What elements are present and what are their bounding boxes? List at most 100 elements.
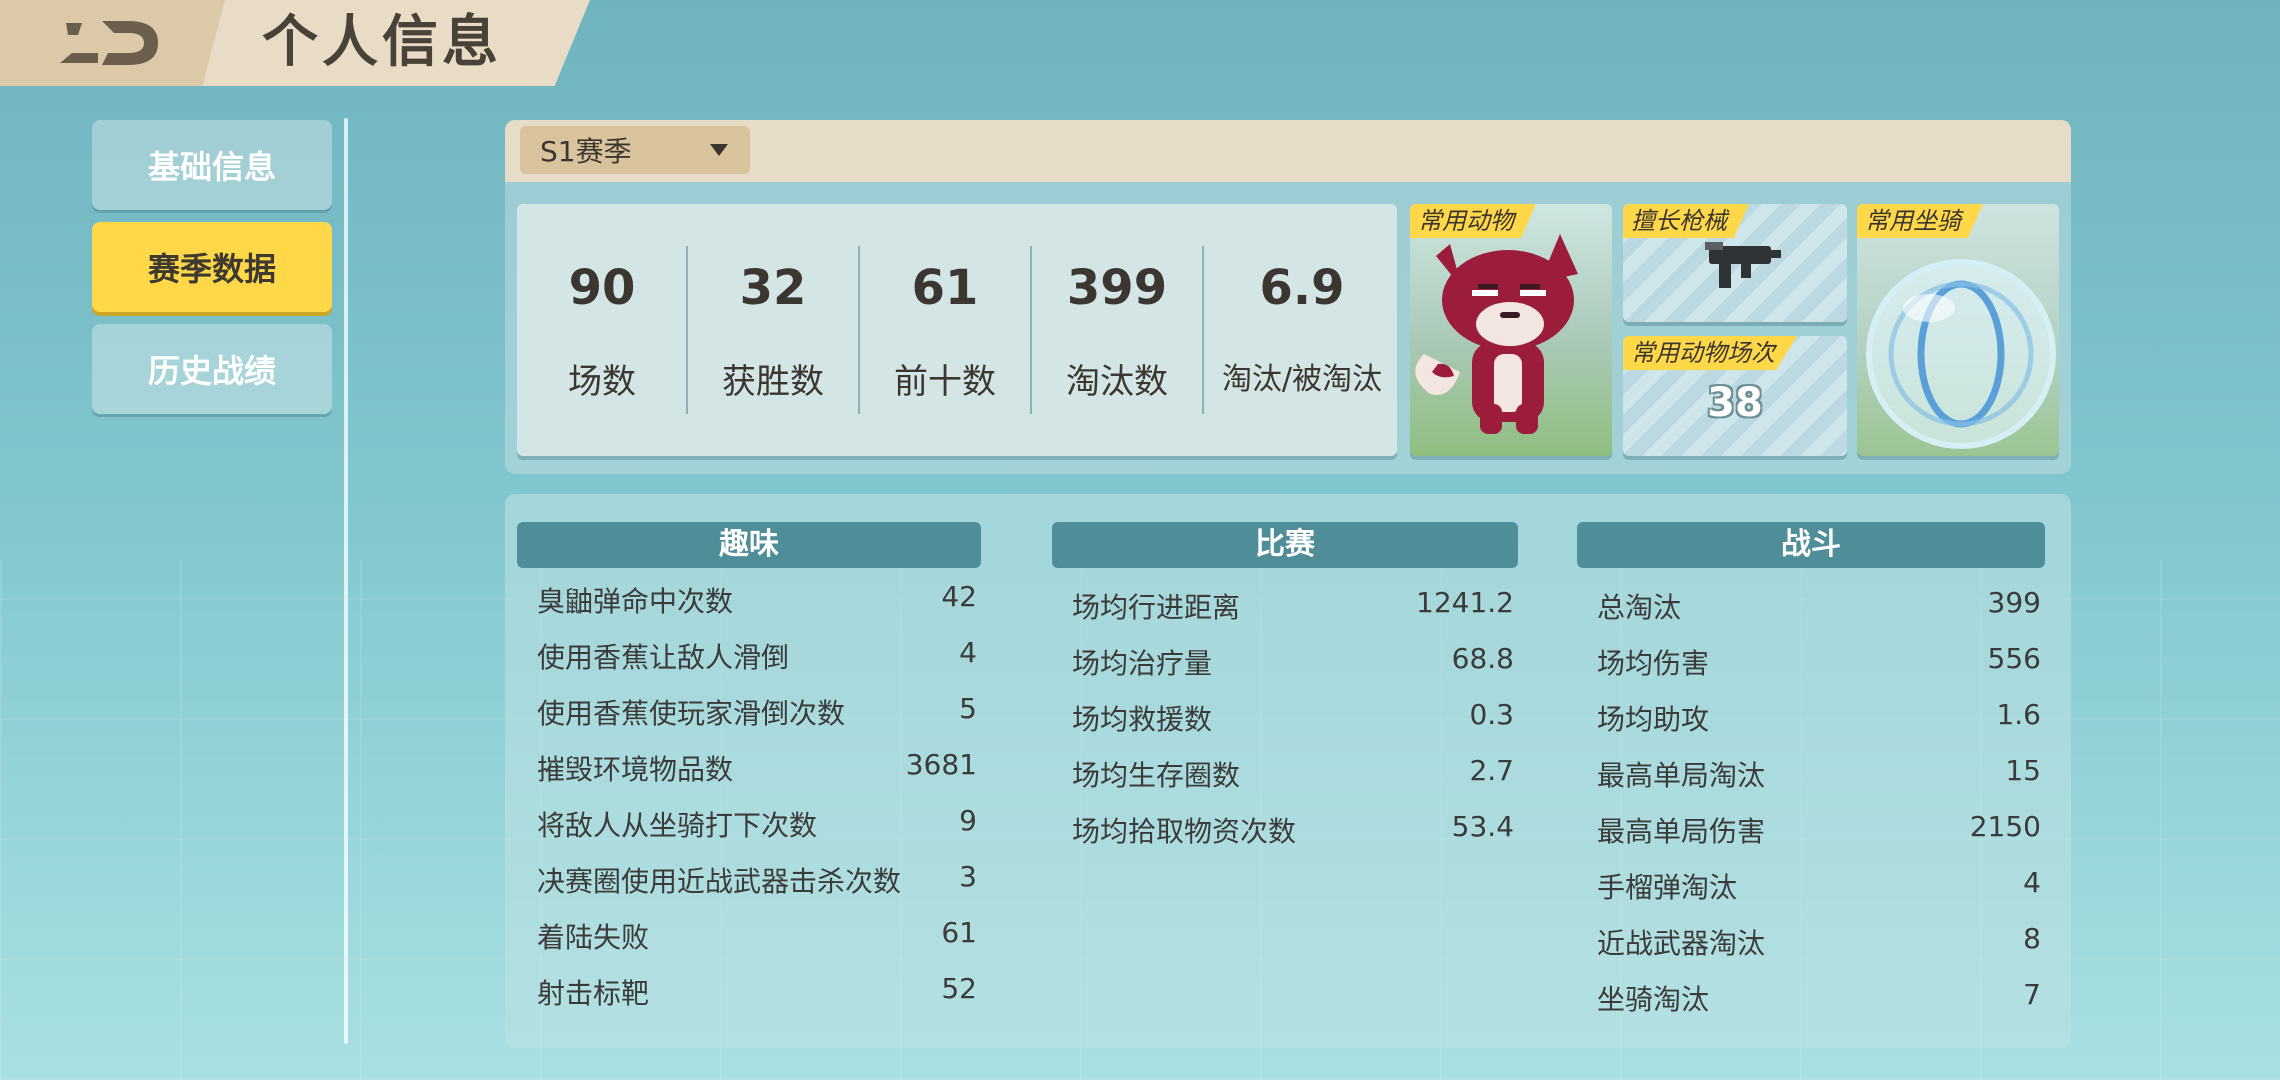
- back-arrow-icon: [59, 21, 158, 65]
- stat-row: 总淘汰 399: [1577, 576, 2045, 632]
- stat-row: 手榴弹淘汰 4: [1577, 856, 2045, 912]
- stat-top10: 61 前十数: [860, 204, 1030, 456]
- column-header: 比赛: [1052, 522, 1518, 568]
- nav-item-basic-info[interactable]: 基础信息: [92, 120, 332, 210]
- column-header: 战斗: [1577, 522, 2045, 568]
- stat-row-label: 将敌人从坐骑打下次数: [537, 809, 818, 842]
- stat-row-label: 场均拾取物资次数: [1072, 815, 1297, 848]
- stat-row-label: 最高单局伤害: [1597, 815, 1766, 848]
- divider: [1202, 246, 1204, 414]
- stat-wins: 32 获胜数: [688, 204, 858, 456]
- best-weapon-card[interactable]: 擅长枪械: [1623, 204, 1847, 322]
- stat-kd-ratio: 6.9 淘汰/被淘汰: [1207, 204, 1397, 456]
- stat-row-label: 场均治疗量: [1072, 647, 1213, 680]
- stat-row-label: 近战武器淘汰: [1597, 927, 1766, 960]
- stat-row-value: 61: [941, 916, 977, 949]
- stat-row: 臭鼬弹命中次数 42: [517, 570, 981, 626]
- stat-row: 近战武器淘汰 8: [1577, 912, 2045, 968]
- stat-row-value: 5: [959, 692, 977, 725]
- stat-row-value: 0.3: [1469, 698, 1514, 731]
- stat-row-label: 最高单局淘汰: [1597, 759, 1766, 792]
- stat-row-value: 52: [941, 972, 977, 1005]
- nav-item-label: 基础信息: [147, 148, 276, 186]
- chevron-down-icon: [710, 144, 728, 156]
- back-button[interactable]: [0, 0, 225, 86]
- column-rows: 总淘汰 399 场均伤害 556 场均助攻 1.6 最高单局淘汰 15 最高单局伤害 2150 手榴…: [1577, 568, 2045, 1024]
- stat-value: 6.9: [1259, 260, 1345, 316]
- stat-row-value: 7: [2023, 978, 2041, 1011]
- stat-value: 90: [568, 260, 636, 316]
- season-selected-value: S1赛季: [540, 135, 632, 168]
- stat-row-value: 9: [959, 804, 977, 837]
- stat-label: 淘汰/被淘汰: [1221, 362, 1383, 397]
- card-tag: 擅长枪械: [1623, 204, 1749, 238]
- stat-row-label: 场均助攻: [1597, 703, 1710, 736]
- stat-row: 最高单局伤害 2150: [1577, 800, 2045, 856]
- column-combat: 战斗 总淘汰 399 场均伤害 556 场均助攻 1.6 最高单局淘汰 15 最高单局伤害 215…: [1577, 522, 2045, 1024]
- detail-stats-panel: 趣味 臭鼬弹命中次数 42 使用香蕉让敌人滑倒 4 使用香蕉使玩家滑倒次数 5 摧毁环境物品…: [505, 494, 2071, 1048]
- nav-item-history[interactable]: 历史战绩: [92, 324, 332, 414]
- stat-row: 摧毁环境物品数 3681: [517, 738, 981, 794]
- stat-row-label: 臭鼬弹命中次数: [537, 585, 734, 618]
- stat-row-label: 决赛圈使用近战武器击杀次数: [537, 865, 902, 898]
- stat-row: 场均助攻 1.6: [1577, 688, 2045, 744]
- stat-value: 32: [739, 260, 807, 316]
- stat-row: 场均救援数 0.3: [1052, 688, 1518, 744]
- stat-label: 淘汰数: [1066, 362, 1168, 402]
- favorite-animal-card[interactable]: 常用动物: [1410, 204, 1612, 456]
- column-rows: 臭鼬弹命中次数 42 使用香蕉让敌人滑倒 4 使用香蕉使玩家滑倒次数 5 摧毁环境物品数 36…: [517, 568, 981, 1018]
- stat-row-value: 1241.2: [1416, 586, 1514, 619]
- stat-row: 最高单局淘汰 15: [1577, 744, 2045, 800]
- animal-matches-card: 常用动物场次 38: [1623, 336, 1847, 456]
- stat-row: 将敌人从坐骑打下次数 9: [517, 794, 981, 850]
- stat-label: 前十数: [894, 362, 996, 402]
- stat-row: 场均拾取物资次数 53.4: [1052, 800, 1518, 856]
- column-rows: 场均行进距离 1241.2 场均治疗量 68.8 场均救援数 0.3 场均生存圈数 2.7 场均…: [1052, 568, 1518, 856]
- stat-value: 399: [1066, 260, 1168, 316]
- stat-row: 使用香蕉使玩家滑倒次数 5: [517, 682, 981, 738]
- fox-character-icon: [1415, 234, 1578, 434]
- stat-value: 61: [911, 260, 979, 316]
- stat-row: 决赛圈使用近战武器击杀次数 3: [517, 850, 981, 906]
- stat-row: 着陆失败 61: [517, 906, 981, 962]
- stat-row-label: 使用香蕉让敌人滑倒: [537, 641, 790, 674]
- stat-row-value: 4: [2023, 866, 2041, 899]
- stat-eliminations: 399 淘汰数: [1032, 204, 1202, 456]
- stat-row-value: 2150: [1969, 810, 2041, 843]
- stat-row-value: 42: [941, 580, 977, 613]
- stat-row: 射击标靶 52: [517, 962, 981, 1018]
- stat-row-value: 3: [959, 860, 977, 893]
- stat-row: 使用香蕉让敌人滑倒 4: [517, 626, 981, 682]
- stat-row: 场均治疗量 68.8: [1052, 632, 1518, 688]
- nav-divider: [344, 118, 348, 1044]
- nav-item-season-data[interactable]: 赛季数据: [92, 222, 332, 312]
- stat-row-value: 68.8: [1451, 642, 1514, 675]
- stat-label: 获胜数: [722, 362, 824, 402]
- stat-row: 坐骑淘汰 7: [1577, 968, 2045, 1024]
- stat-row: 场均行进距离 1241.2: [1052, 576, 1518, 632]
- column-match: 比赛 场均行进距离 1241.2 场均治疗量 68.8 场均救援数 0.3 场均生存圈数 2.…: [1052, 522, 1518, 856]
- stat-matches: 90 场数: [517, 204, 687, 456]
- card-tag: 常用动物场次: [1623, 336, 1797, 370]
- stat-row-label: 场均行进距离: [1072, 591, 1241, 624]
- stat-row-label: 场均救援数: [1072, 703, 1213, 736]
- column-header: 趣味: [517, 522, 981, 568]
- animal-matches-value: 38: [1707, 380, 1763, 426]
- season-dropdown[interactable]: S1赛季: [520, 126, 750, 174]
- summary-stats: 90 场数 32 获胜数 61 前十数 399 淘汰数 6.9 淘汰/被淘汰: [517, 204, 1397, 456]
- stat-label: 场数: [568, 362, 636, 402]
- nav-item-label: 历史战绩: [147, 352, 276, 390]
- stat-row-value: 3681: [905, 748, 977, 781]
- stat-row-value: 1.6: [1996, 698, 2041, 731]
- stat-row-value: 15: [2005, 754, 2041, 787]
- stat-row-label: 场均生存圈数: [1072, 759, 1241, 792]
- favorite-mount-card[interactable]: 常用坐骑: [1857, 204, 2059, 456]
- stat-row-value: 53.4: [1451, 810, 1514, 843]
- stat-row-label: 摧毁环境物品数: [537, 753, 734, 786]
- card-tag: 常用动物: [1410, 204, 1536, 238]
- stat-row-value: 2.7: [1469, 754, 1514, 787]
- side-nav: 基础信息 赛季数据 历史战绩: [92, 120, 332, 426]
- stat-row-value: 8: [2023, 922, 2041, 955]
- stat-row: 场均伤害 556: [1577, 632, 2045, 688]
- stat-row-label: 使用香蕉使玩家滑倒次数: [537, 697, 846, 730]
